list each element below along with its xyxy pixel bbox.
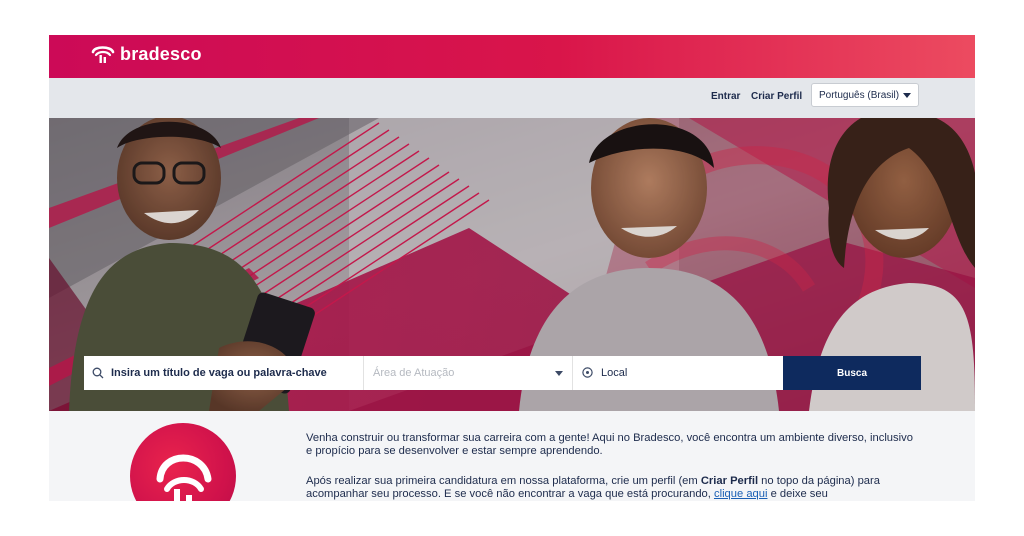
- search-icon: [92, 367, 104, 379]
- bradesco-logo[interactable]: bradesco: [90, 43, 202, 65]
- profile-text-3: e deixe seu: [767, 488, 828, 500]
- location-placeholder: Local: [601, 367, 628, 379]
- brand-header: bradesco: [49, 35, 975, 78]
- location-pin-icon: [582, 367, 593, 378]
- job-search-bar: Insira um título de vaga ou palavra-chav…: [84, 356, 921, 390]
- clique-aqui-link[interactable]: clique aqui: [714, 488, 768, 500]
- intro-section: Venha construir ou transformar sua carre…: [49, 411, 975, 501]
- chevron-down-icon: [903, 93, 911, 98]
- chevron-down-icon: [555, 371, 563, 376]
- search-button[interactable]: Busca: [783, 356, 921, 390]
- login-link[interactable]: Entrar: [711, 91, 740, 102]
- language-select[interactable]: Português (Brasil): [811, 83, 919, 107]
- brand-name: bradesco: [120, 43, 202, 64]
- keyword-search-input[interactable]: Insira um título de vaga ou palavra-chav…: [84, 356, 364, 390]
- profile-text-1: Após realizar sua primeira candidatura e…: [306, 475, 701, 487]
- bradesco-logo-icon: [91, 46, 115, 63]
- language-selected-value: Português (Brasil): [819, 89, 900, 101]
- hero-banner: Insira um título de vaga ou palavra-chav…: [49, 118, 975, 411]
- profile-paragraph: Após realizar sua primeira candidatura e…: [306, 475, 916, 501]
- bradesco-logo-icon: [156, 454, 212, 501]
- criar-perfil-emphasis: Criar Perfil: [700, 475, 759, 487]
- bradesco-badge: [130, 423, 236, 501]
- top-navigation: Entrar Criar Perfil Português (Brasil): [49, 78, 975, 118]
- intro-paragraph: Venha construir ou transformar sua carre…: [306, 432, 913, 457]
- area-select[interactable]: Área de Atuação: [364, 356, 573, 390]
- keyword-placeholder: Insira um título de vaga ou palavra-chav…: [111, 367, 327, 379]
- location-input[interactable]: Local: [573, 356, 783, 390]
- area-placeholder: Área de Atuação: [373, 367, 455, 379]
- create-profile-link[interactable]: Criar Perfil: [751, 91, 802, 102]
- page-frame: bradesco Entrar Criar Perfil Português (…: [49, 35, 975, 501]
